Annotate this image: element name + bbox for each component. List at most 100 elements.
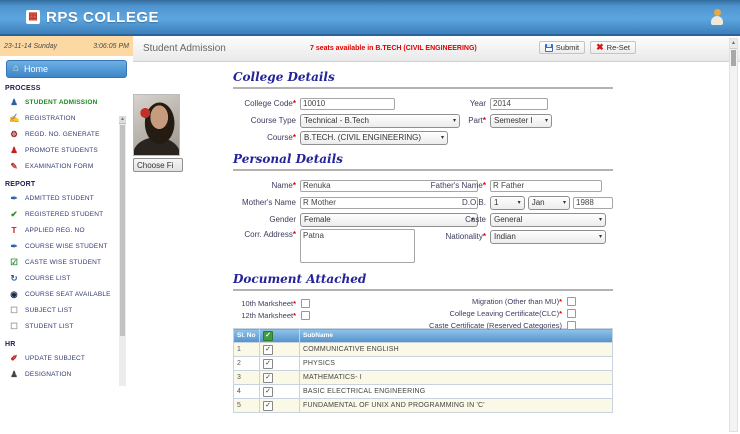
sidebar-item-label: DESIGNATION [25,371,72,378]
dob_day-select[interactable]: 1▾ [490,196,525,210]
sidebar-scroll-thumb[interactable] [120,125,125,336]
father_name-input[interactable] [490,180,602,192]
sidebar-item-label: REGISTERED STUDENT [25,211,103,218]
required-asterisk: * [293,133,296,142]
sidebar: ⌂ Home PROCESS♟STUDENT ADMISSION✍REGISTR… [0,56,133,434]
sidebar-item-label: EXAMINATION FORM [25,163,93,170]
sidebar-item-label: COURSE LIST [25,275,71,282]
sidebar-item-update-subject[interactable]: ✐UPDATE SUBJECT [0,350,133,366]
sidebar-item-home[interactable]: ⌂ Home [6,60,127,78]
reset-button[interactable]: ✖ Re-Set [590,41,636,54]
sidebar-item-label: APPLIED REG. NO [25,227,85,234]
corr_address-textarea[interactable] [300,229,415,263]
dob-label: D.O.B. [423,198,486,207]
dob_day-value: 1 [494,198,498,207]
field-row-course: Course*B.TECH. (CIVIL ENGINEERING)▾ [233,129,613,146]
year-input[interactable] [490,98,548,110]
sidebar-item-admitted-student[interactable]: ✒ ADMITTED STUDENT [0,190,133,206]
required-asterisk: * [483,232,486,241]
sidebar-item-registration[interactable]: ✍REGISTRATION [0,110,133,126]
caste_certificate-checkbox[interactable] [567,321,576,330]
sidebar-item-regd-no-generate[interactable]: ⚙REGD. NO. GENERATE [0,126,133,142]
required-asterisk: * [483,116,486,125]
sidebar-item-label: STUDENT LIST [25,323,74,330]
marksheet_10-label: 10th Marksheet* [233,299,296,308]
subject-checkbox[interactable]: ✓ [263,373,273,383]
statusbar: 23-11-14 Sunday 3:06:05 PM [0,36,133,56]
chevron-down-icon: ▾ [441,134,444,141]
course_type-label: Course Type [233,116,296,125]
part-select[interactable]: Semester I▾ [490,114,552,128]
app-title: RPS COLLEGE [46,9,159,26]
caste-select[interactable]: General▾ [490,213,606,227]
toolbar: Student Admission 7 seats available in B… [133,36,740,62]
caste-wise-student-icon: ☑ [9,257,19,267]
user-profile-icon[interactable] [710,9,724,26]
admitted-student-icon: ✒ [9,193,19,203]
required-asterisk: * [559,297,562,306]
caste-value: General [494,215,522,224]
choose-file-button[interactable]: Choose Fi [133,158,183,172]
applied-reg-no-icon: T [9,225,19,235]
content-scroll-up-icon[interactable]: ▲ [730,39,737,49]
subject-sno: 5 [234,399,260,413]
subject-checkbox[interactable]: ✓ [263,359,273,369]
subject-sno: 4 [234,385,260,399]
sidebar-item-promote-students[interactable]: ♟PROMOTE STUDENTS [0,142,133,158]
subject-sno: 2 [234,357,260,371]
reset-label: Re-Set [607,43,630,52]
dob_year-input[interactable] [573,197,613,209]
mother_name-label: Mother's Name [233,198,296,207]
table-row: 1✓COMMUNICATIVE ENGLISH [234,343,613,357]
home-label: Home [24,64,48,74]
clc-label: College Leaving Certificate(CLC)* [423,309,562,318]
sidebar-scroll-up-icon[interactable]: ▲ [119,116,126,124]
submit-label: Submit [556,43,579,52]
gender-label: Gender [233,215,296,224]
subject-checkbox[interactable]: ✓ [263,387,273,397]
marksheet_12-checkbox[interactable] [301,311,310,320]
subject-checkbox[interactable]: ✓ [263,345,273,355]
section-title-college-details: College Details [233,70,613,89]
page-title: Student Admission [143,43,226,54]
select-all-checkbox[interactable]: ✓ [263,331,273,341]
subject-checkbox[interactable]: ✓ [263,401,273,411]
college_code-label: College Code* [233,99,296,108]
sidebar-item-course-list[interactable]: ↻COURSE LIST [0,270,133,286]
sidebar-item-applied-reg-no[interactable]: T APPLIED REG. NO [0,222,133,238]
sidebar-item-student-list[interactable]: ☐STUDENT LIST [0,318,133,334]
document-row-caste_certificate: Caste Certificate (Reserved Categories) [423,319,613,331]
sidebar-scrollbar[interactable]: ▲ [119,116,126,386]
current-date: 23-11-14 Sunday [4,43,57,50]
sidebar-item-registered-student[interactable]: ✔REGISTERED STUDENT [0,206,133,222]
field-row-dob: D.O.B. 1▾Jan▾ [423,194,613,211]
chevron-down-icon: ▾ [545,117,548,124]
sidebar-item-course-wise-student[interactable]: ✒COURSE WISE STUDENT [0,238,133,254]
course-select[interactable]: B.TECH. (CIVIL ENGINEERING)▾ [300,131,448,145]
content-scrollbar[interactable]: ▲ [729,38,738,432]
document-attached-section: 10th Marksheet*12th Marksheet* Migration… [233,297,613,321]
subject-name: COMMUNICATIVE ENGLISH [300,343,613,357]
sidebar-item-course-seat-available[interactable]: ◉COURSE SEAT AVAILABLE [0,286,133,302]
update-subject-icon: ✐ [9,353,19,363]
nationality-select[interactable]: Indian▾ [490,230,606,244]
subject-name: PHYSICS [300,357,613,371]
sidebar-item-designation[interactable]: ♟DESIGNATION [0,366,133,382]
submit-button[interactable]: Submit [539,41,585,54]
sidebar-item-subject-list[interactable]: ☐SUBJECT LIST [0,302,133,318]
sidebar-item-examination-form[interactable]: ✎EXAMINATION FORM [0,158,133,174]
dob_month-select[interactable]: Jan▾ [528,196,570,210]
subject-check-cell: ✓ [260,371,300,385]
student-photo [133,94,180,156]
sidebar-item-student-admission[interactable]: ♟STUDENT ADMISSION [0,94,133,110]
sidebar-item-label: ADMITTED STUDENT [25,195,94,202]
migration-checkbox[interactable] [567,297,576,306]
sidebar-item-caste-wise-student[interactable]: ☑CASTE WISE STUDENT [0,254,133,270]
subject-check-cell: ✓ [260,385,300,399]
clc-checkbox[interactable] [567,309,576,318]
content-scroll-thumb[interactable] [731,50,736,66]
promote-students-icon: ♟ [9,145,19,155]
college_code-input[interactable] [300,98,395,110]
marksheet_10-checkbox[interactable] [301,299,310,308]
table-row: 5✓FUNDAMENTAL OF UNIX AND PROGRAMMING IN… [234,399,613,413]
